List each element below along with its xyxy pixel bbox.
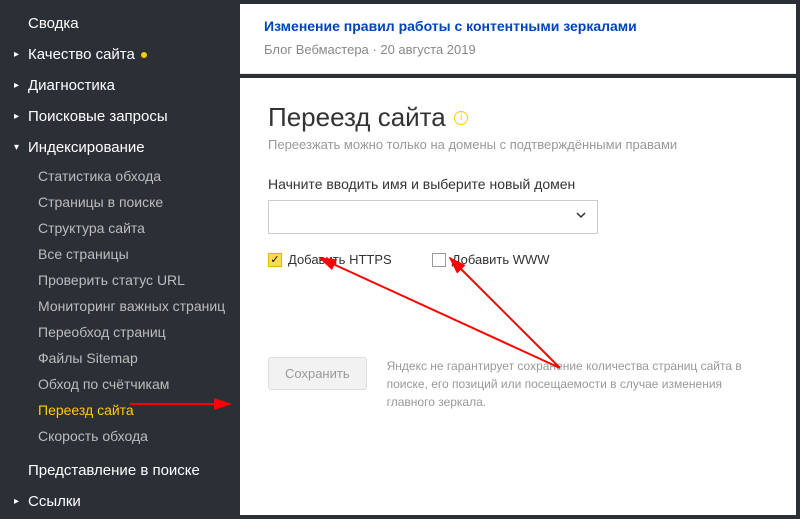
add-https-checkbox[interactable]: ✓ Добавить HTTPS [268,252,392,267]
label: Сводка [28,15,79,32]
sidebar-item-search-queries[interactable]: ▸ Поисковые запросы [0,101,240,132]
info-icon[interactable]: i [454,111,468,125]
checkbox-label: Добавить HTTPS [288,252,392,267]
sidebar-sub-crawl-stats[interactable]: Статистика обхода [30,163,240,189]
sidebar-item-links[interactable]: ▸ Ссылки [0,486,240,517]
sidebar-sub-pages-in-search[interactable]: Страницы в поиске [30,189,240,215]
caret-right-icon: ▸ [14,49,24,60]
checkbox-row: ✓ Добавить HTTPS Добавить WWW [268,252,768,267]
label: Ссылки [28,493,81,510]
sidebar-item-summary[interactable]: Сводка [0,8,240,39]
sidebar-sub-sitemap-files[interactable]: Файлы Sitemap [30,345,240,371]
save-row: Сохранить Яндекс не гарантирует сохранен… [268,357,768,411]
sidebar-item-indexing[interactable]: ▾ Индексирование [0,132,240,163]
sidebar-sub-site-move[interactable]: Переезд сайта [30,397,240,423]
notification-dot-icon [141,52,147,58]
sidebar-item-appearance[interactable]: Представление в поиске [0,455,240,486]
label: Качество сайта [28,46,135,63]
sidebar-sub-all-pages[interactable]: Все страницы [30,241,240,267]
sidebar-sub-site-structure[interactable]: Структура сайта [30,215,240,241]
notice-banner: Изменение правил работы с контентными зе… [240,4,796,74]
sidebar-sub-check-url-status[interactable]: Проверить статус URL [30,267,240,293]
domain-field-label: Начните вводить имя и выберите новый дом… [268,176,768,192]
chevron-down-icon [575,208,587,226]
sidebar-sub-recrawl[interactable]: Переобход страниц [30,319,240,345]
sidebar: Сводка ▸ Качество сайта ▸ Диагностика ▸ Пои… [0,0,240,519]
sidebar-item-diagnostics[interactable]: ▸ Диагностика [0,70,240,101]
caret-right-icon: ▸ [14,111,24,122]
sidebar-sub-crawl-speed[interactable]: Скорость обхода [30,423,240,449]
label: Индексирование [28,139,145,156]
caret-right-icon: ▸ [14,496,24,507]
notice-meta: Блог Вебмастера · 20 августа 2019 [264,42,772,57]
domain-select[interactable] [268,200,598,234]
caret-down-icon: ▾ [14,142,24,153]
add-www-checkbox[interactable]: Добавить WWW [432,252,550,267]
sidebar-sub-crawl-by-counters[interactable]: Обход по счётчикам [30,371,240,397]
save-button[interactable]: Сохранить [268,357,367,390]
sidebar-item-quality[interactable]: ▸ Качество сайта [0,39,240,70]
label: Диагностика [28,77,115,94]
content-area: Изменение правил работы с контентными зе… [240,0,800,519]
label: Поисковые запросы [28,108,168,125]
sidebar-sub-important-pages[interactable]: Мониторинг важных страниц [30,293,240,319]
sidebar-sub-indexing: Статистика обхода Страницы в поиске Стру… [0,163,240,449]
checkbox-checked-icon: ✓ [268,253,282,267]
checkbox-unchecked-icon [432,253,446,267]
notice-link[interactable]: Изменение правил работы с контентными зе… [264,18,637,34]
page-title: Переезд сайта [268,102,446,133]
checkbox-label: Добавить WWW [452,252,550,267]
save-note: Яндекс не гарантирует сохранение количес… [387,357,768,411]
caret-right-icon: ▸ [14,80,24,91]
label: Представление в поиске [28,462,200,479]
page-subtitle: Переезжать можно только на домены с подт… [268,137,768,152]
main-panel: Переезд сайта i Переезжать можно только … [240,78,796,515]
